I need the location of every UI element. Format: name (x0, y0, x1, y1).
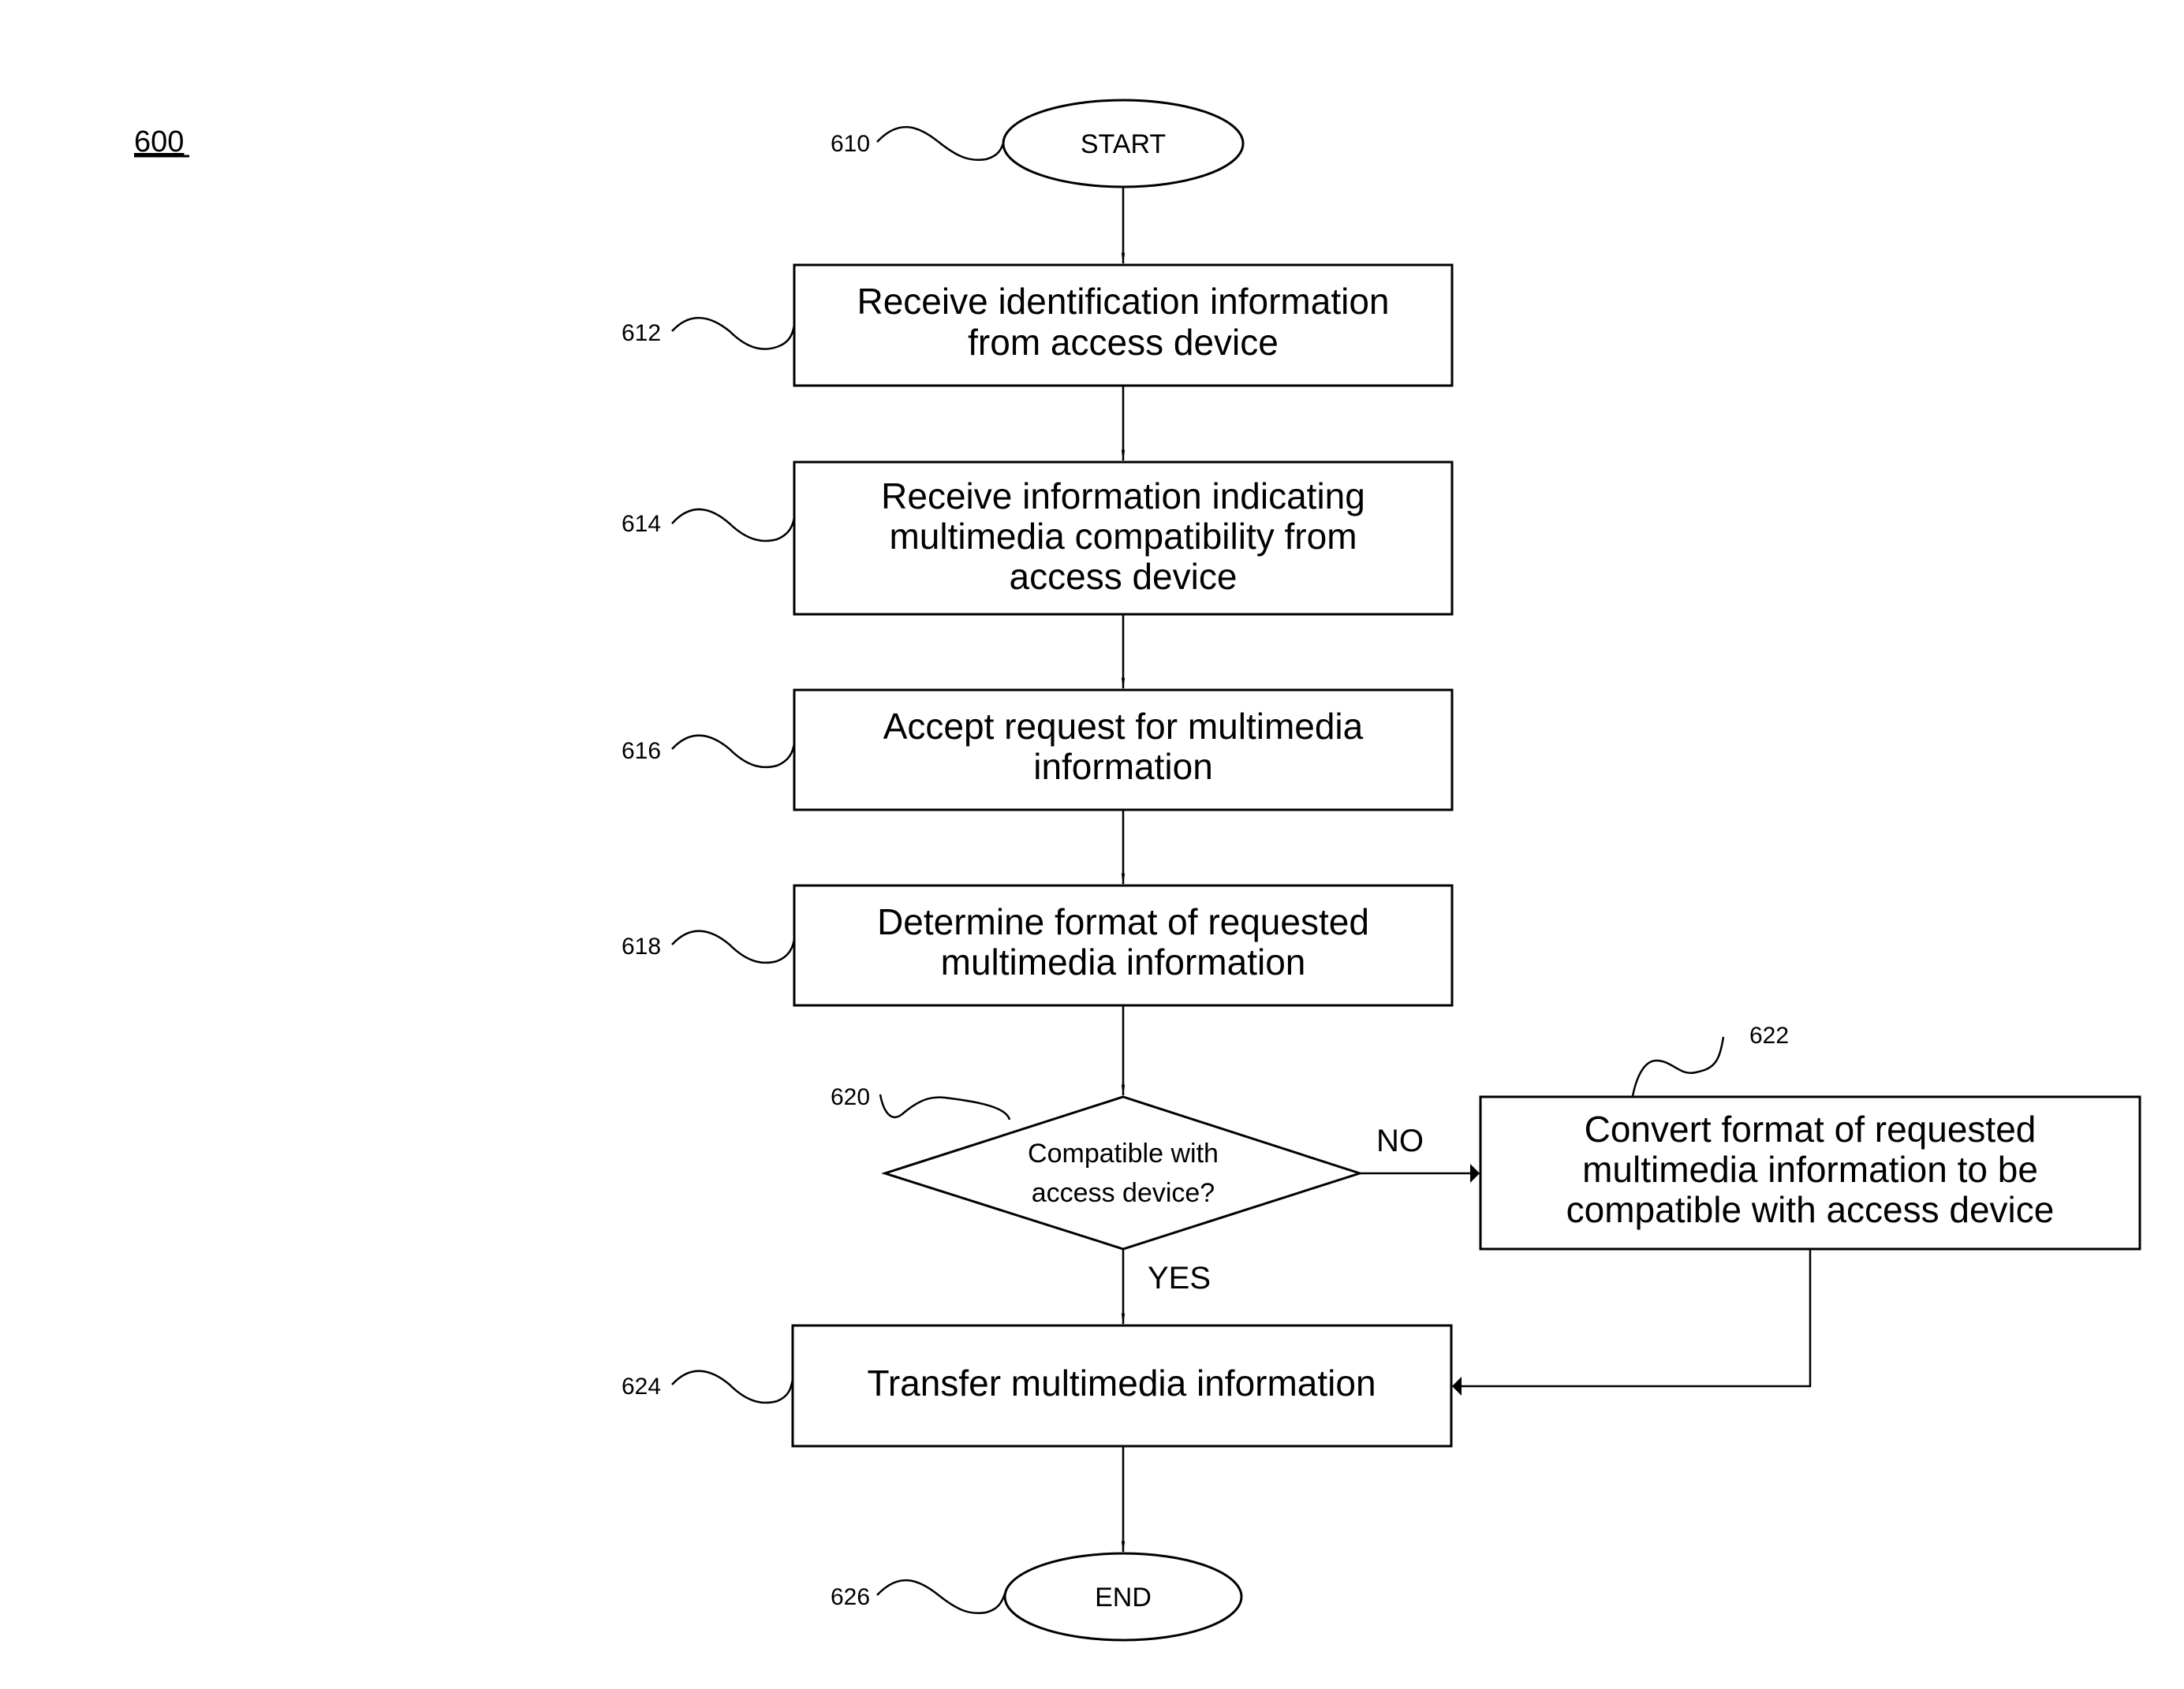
step-616: Accept request for multimedia informatio… (622, 688, 1454, 811)
leader-622 (1631, 1036, 1725, 1097)
decision-620-line-2: access device? (1032, 1178, 1215, 1208)
step-624: Transfer multimedia information 624 (622, 1324, 1453, 1448)
step-622-line-1: Convert format of requested (1585, 1109, 2037, 1150)
step-624-line-1: Transfer multimedia information (867, 1363, 1376, 1404)
end-node: END 626 (831, 1552, 1243, 1642)
step-622: Convert format of requested multimedia i… (1479, 1023, 2141, 1251)
ref-614: 614 (622, 511, 661, 537)
step-614-line-2: multimedia compatibility from (889, 516, 1357, 557)
step-618-line-2: multimedia information (941, 941, 1306, 982)
step-612: Receive identification information from … (622, 263, 1454, 387)
ref-610: 610 (831, 131, 870, 157)
step-616-line-1: Accept request for multimedia (883, 706, 1364, 747)
flowchart: 600 START 610 Receive identification inf… (134, 99, 2141, 1642)
leader-616 (671, 734, 796, 769)
ref-624: 624 (622, 1374, 661, 1400)
yes-label: YES (1148, 1261, 1211, 1296)
leader-626 (876, 1579, 1006, 1614)
leader-614 (671, 508, 796, 542)
step-616-line-2: information (1033, 746, 1213, 787)
step-614-line-1: Receive information indicating (881, 475, 1365, 516)
leader-618 (671, 930, 796, 964)
ref-616: 616 (622, 738, 661, 764)
ref-622: 622 (1749, 1023, 1789, 1049)
leader-620 (879, 1094, 1011, 1120)
end-label: END (1095, 1583, 1152, 1613)
step-614: Receive information indicating multimedi… (622, 460, 1454, 616)
ref-618: 618 (622, 934, 661, 960)
decision-620: Compatible with access device? 620 (831, 1084, 1364, 1251)
figure-number: 600 (134, 125, 184, 158)
step-622-line-2: multimedia information to be (1582, 1149, 2038, 1190)
decision-620-line-1: Compatible with (1028, 1139, 1219, 1169)
ref-612: 612 (622, 320, 661, 346)
ref-626: 626 (831, 1584, 870, 1610)
step-614-line-3: access device (1010, 556, 1238, 597)
no-label: NO (1376, 1124, 1424, 1158)
decision-620-diamond (881, 1095, 1364, 1251)
start-node: START 610 (831, 99, 1245, 188)
leader-610 (876, 126, 1006, 161)
leader-624 (671, 1370, 794, 1404)
step-612-line-2: from access device (968, 322, 1279, 363)
arrow-622-to-624 (1452, 1249, 1812, 1396)
ref-620: 620 (831, 1084, 870, 1110)
step-618: Determine format of requested multimedia… (622, 884, 1454, 1007)
start-label: START (1081, 129, 1166, 159)
step-618-line-1: Determine format of requested (877, 901, 1369, 942)
step-622-line-3: compatible with access device (1566, 1189, 2055, 1230)
step-612-line-1: Receive identification information (857, 281, 1389, 322)
leader-612 (671, 316, 796, 350)
